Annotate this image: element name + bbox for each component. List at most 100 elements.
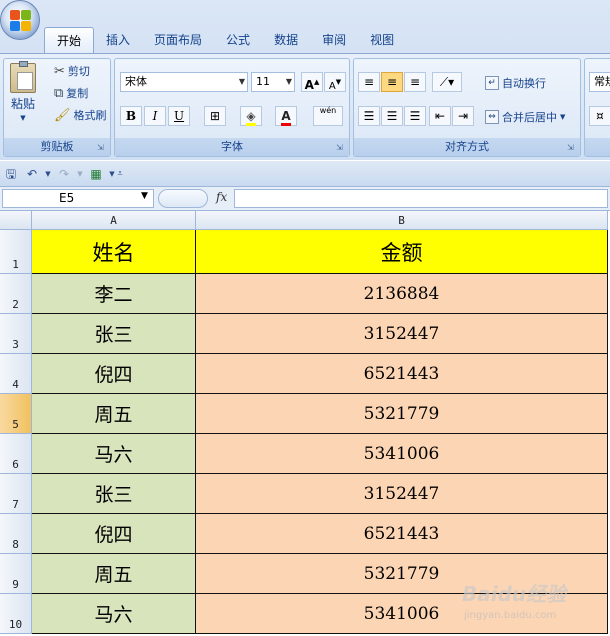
excel-sheet-icon[interactable]: ▦ [88,166,104,182]
fill-color-button[interactable]: ◈ [240,106,262,126]
formula-input[interactable] [234,189,608,208]
row-header[interactable]: 9 [0,554,32,594]
name-cell[interactable]: 马六 [32,594,196,634]
dialog-launcher-icon[interactable]: ⇲ [567,143,577,153]
tab-home[interactable]: 开始 [44,27,95,53]
column-header-b[interactable]: B [196,211,608,230]
font-size-select[interactable]: 11 ▼ [251,72,295,92]
bold-button[interactable]: B [120,106,142,126]
tab-view[interactable]: 视图 [358,27,406,53]
tab-data[interactable]: 数据 [262,27,310,53]
currency-button[interactable]: ¤ [589,106,610,126]
align-left-button[interactable]: ☰ [358,106,380,126]
clipboard-group: 粘贴 ▼ ✂ 剪切 ⧉ 复制 🖌 格式刷 剪贴板 ⇲ [3,58,111,157]
font-size-value: 11 [256,75,270,88]
amount-cell[interactable]: 6521443 [196,514,608,554]
watermark-url: jingyan.baidu.com [464,610,557,621]
paste-label: 粘贴 [10,97,35,111]
decrease-indent-button[interactable]: ⇤ [429,106,451,126]
name-cell[interactable]: 周五 [32,554,196,594]
font-name-select[interactable]: 宋体 ▼ [120,72,248,92]
merge-center-button[interactable]: ⇔ 合并后居中 ▼ [485,109,565,125]
align-middle-button[interactable]: ≡ [381,72,403,92]
amount-cell[interactable]: 2136884 [196,274,608,314]
watermark-brand: Baidu经验 [462,582,567,606]
dialog-launcher-icon[interactable]: ⇲ [97,143,107,153]
grow-font-button[interactable]: A▲ [301,72,323,92]
phonetic-icon: wén [319,106,337,115]
amount-cell[interactable]: 3152447 [196,474,608,514]
name-cell[interactable]: 倪四 [32,354,196,394]
header-cell-amount[interactable]: 金额 [196,230,608,274]
row-header[interactable]: 6 [0,434,32,474]
phonetic-button[interactable]: wén [313,106,343,126]
select-all-button[interactable] [0,211,32,230]
row-header[interactable]: 1 [0,230,32,274]
ribbon-tabs: 开始 插入 页面布局 公式 数据 审阅 视图 [44,27,406,53]
paste-button[interactable]: 粘贴 ▼ [10,61,36,122]
font-group-label: 字体 [115,138,349,156]
row-header[interactable]: 8 [0,514,32,554]
name-cell[interactable]: 张三 [32,474,196,514]
office-button[interactable] [0,0,40,40]
row-header[interactable]: 2 [0,274,32,314]
align-bottom-button[interactable]: ≡ [404,72,426,92]
align-top-button[interactable]: ≡ [358,72,380,92]
cut-button[interactable]: ✂ 剪切 [54,63,90,79]
header-cell-name[interactable]: 姓名 [32,230,196,274]
tab-insert[interactable]: 插入 [94,27,142,53]
row-header[interactable]: 3 [0,314,32,354]
insert-function-button[interactable]: fx [216,190,227,204]
watermark: Baidu经验 jingyan.baidu.com [462,572,602,632]
paint-bucket-icon: ◈ [246,109,256,126]
shrink-font-button[interactable]: A▼ [324,72,346,92]
row-header[interactable]: 5 [0,394,32,434]
name-box[interactable]: E5 [2,189,154,208]
name-cell[interactable]: 李二 [32,274,196,314]
increase-indent-button[interactable]: ⇥ [452,106,474,126]
row-header[interactable]: 4 [0,354,32,394]
align-center-button[interactable]: ☰ [381,106,403,126]
paste-icon [10,61,36,93]
align-center-icon: ☰ [386,109,398,123]
name-cell[interactable]: 倪四 [32,514,196,554]
underline-button[interactable]: U [168,106,190,126]
format-painter-button[interactable]: 🖌 格式刷 [54,107,107,123]
borders-button[interactable]: ⊞ [204,106,226,126]
align-right-button[interactable]: ☰ [404,106,426,126]
font-color-button[interactable]: A [275,106,297,126]
increase-indent-icon: ⇥ [457,109,469,123]
italic-button[interactable]: I [144,106,166,126]
name-cell[interactable]: 周五 [32,394,196,434]
dialog-launcher-icon[interactable]: ⇲ [336,143,346,153]
name-cell[interactable]: 张三 [32,314,196,354]
copy-label: 复制 [66,87,89,100]
undo-dropdown-icon[interactable]: ▼ [40,166,56,182]
align-bottom-icon: ≡ [409,75,421,89]
tab-page-layout[interactable]: 页面布局 [142,27,214,53]
redo-icon[interactable]: ↷ [56,166,72,182]
orientation-button[interactable]: ⟋▾ [432,72,462,92]
amount-cell[interactable]: 5321779 [196,394,608,434]
copy-button[interactable]: ⧉ 复制 [54,85,88,101]
formula-buttons: fx [158,189,234,208]
formula-bar: E5 ▼ fx [0,187,610,211]
redo-dropdown-icon[interactable]: ▼ [72,166,88,182]
save-icon[interactable]: 🖫 [3,166,19,182]
amount-cell[interactable]: 6521443 [196,354,608,394]
chevron-down-icon[interactable]: ▼ [141,191,148,201]
customize-toolbar-icon[interactable]: ⩡ [112,166,128,182]
amount-cell[interactable]: 5341006 [196,434,608,474]
amount-cell[interactable]: 3152447 [196,314,608,354]
column-header-a[interactable]: A [32,211,196,230]
row-header[interactable]: 7 [0,474,32,514]
row-header[interactable]: 10 [0,594,32,634]
name-cell[interactable]: 马六 [32,434,196,474]
alignment-group-label: 对齐方式 [354,138,580,156]
alignment-group: ≡ ≡ ≡ ⟋▾ ☰ ☰ ☰ ⇤ ⇥ ↵ 自动换行 ⇔ 合并后居中 ▼ 对齐方式… [353,58,581,157]
number-format-select[interactable]: 常规 [589,72,610,92]
wrap-text-button[interactable]: ↵ 自动换行 [485,75,546,91]
undo-icon[interactable]: ↶ [24,166,40,182]
tab-formulas[interactable]: 公式 [214,27,262,53]
tab-review[interactable]: 审阅 [310,27,358,53]
